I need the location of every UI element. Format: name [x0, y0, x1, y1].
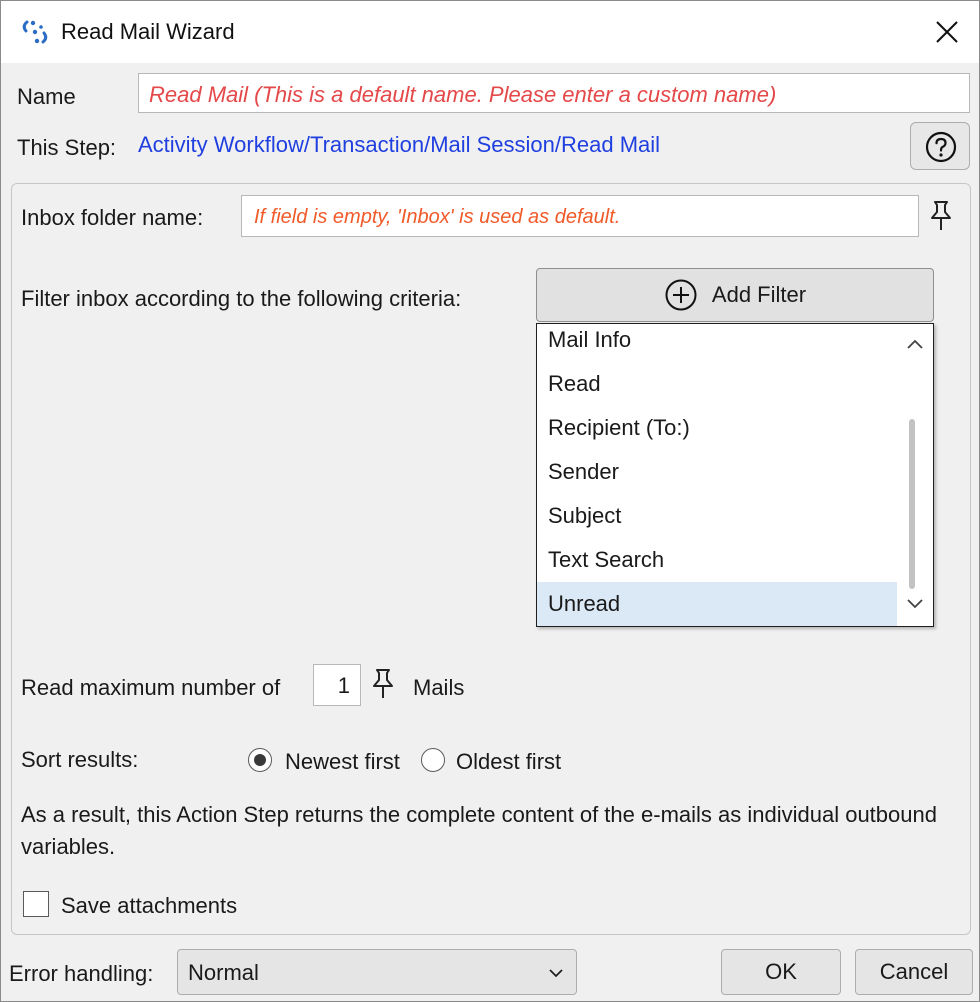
- sort-results-label: Sort results:: [21, 747, 139, 772]
- filter-option-subject[interactable]: Subject: [537, 494, 897, 538]
- inbox-folder-label: Inbox folder name:: [21, 205, 204, 230]
- filter-dropdown-list[interactable]: Mail Info Read Recipient (To:) Sender Su…: [536, 323, 934, 627]
- filter-list-scrollbar[interactable]: [897, 324, 933, 626]
- result-description: As a result, this Action Step returns th…: [21, 802, 937, 859]
- help-icon: [925, 131, 957, 163]
- close-button[interactable]: [921, 9, 973, 55]
- wizard-app-icon: [21, 18, 49, 46]
- ok-button[interactable]: OK: [721, 949, 841, 995]
- pin-icon[interactable]: [927, 199, 955, 238]
- filter-option-sender[interactable]: Sender: [537, 450, 897, 494]
- help-button[interactable]: [910, 122, 970, 170]
- scroll-thumb[interactable]: [909, 419, 915, 589]
- step-path-link[interactable]: Activity Workflow/Transaction/Mail Sessi…: [138, 132, 660, 158]
- chevron-down-icon: [549, 969, 563, 978]
- filter-option-mail-info[interactable]: Mail Info: [537, 324, 897, 362]
- max-mails-label: Read maximum number of: [21, 675, 281, 700]
- pin-icon[interactable]: [369, 667, 397, 706]
- title-bar: Read Mail Wizard: [1, 1, 979, 63]
- close-icon: [936, 21, 958, 43]
- scroll-down-icon[interactable]: [905, 594, 925, 614]
- filter-criteria-label: Filter inbox according to the following …: [21, 286, 462, 311]
- filter-option-text-search[interactable]: Text Search: [537, 538, 897, 582]
- mails-label: Mails: [413, 675, 465, 700]
- max-mails-input[interactable]: 1: [313, 664, 361, 706]
- error-handling-label: Error handling:: [9, 961, 154, 986]
- filter-option-recipient[interactable]: Recipient (To:): [537, 406, 897, 450]
- plus-circle-icon: [665, 279, 697, 311]
- radio-newest-first[interactable]: [248, 748, 272, 772]
- window-title: Read Mail Wizard: [61, 19, 235, 44]
- scroll-up-icon[interactable]: [905, 334, 925, 354]
- filter-option-unread[interactable]: Unread: [537, 582, 897, 626]
- error-handling-value: Normal: [188, 960, 259, 985]
- newest-first-label[interactable]: Newest first: [285, 749, 400, 775]
- name-label: Name: [17, 84, 76, 109]
- this-step-label: This Step:: [17, 135, 117, 160]
- add-filter-button[interactable]: Add Filter: [536, 268, 934, 322]
- radio-oldest-first[interactable]: [421, 748, 445, 772]
- add-filter-label: Add Filter: [711, 282, 807, 307]
- filter-option-read[interactable]: Read: [537, 362, 897, 406]
- error-handling-select[interactable]: Normal: [177, 949, 577, 995]
- oldest-first-label[interactable]: Oldest first: [456, 749, 561, 775]
- save-attachments-checkbox[interactable]: [23, 891, 49, 917]
- wizard-dialog: Read Mail Wizard Name Read Mail (This is…: [0, 0, 980, 1002]
- name-input[interactable]: Read Mail (This is a default name. Pleas…: [138, 73, 970, 113]
- cancel-button[interactable]: Cancel: [855, 949, 973, 995]
- inbox-folder-input[interactable]: If field is empty, 'Inbox' is used as de…: [241, 195, 919, 237]
- save-attachments-label[interactable]: Save attachments: [61, 893, 237, 919]
